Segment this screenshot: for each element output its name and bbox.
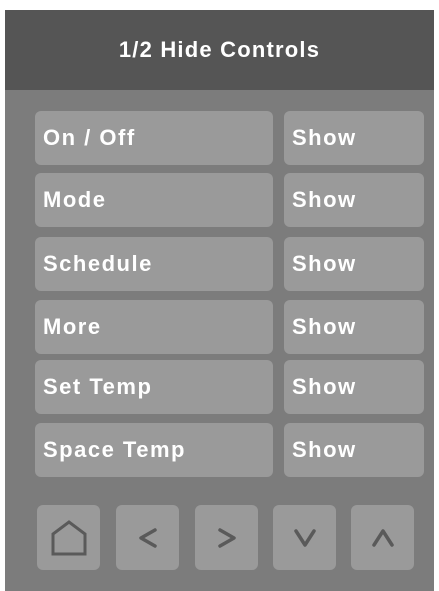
- chevron-right-icon: [217, 527, 236, 548]
- mode-show-button[interactable]: Show: [284, 173, 424, 227]
- on-off-show-button[interactable]: Show: [284, 111, 424, 165]
- next-button[interactable]: [195, 505, 258, 570]
- controls-panel: 1/2 Hide Controls On / Off Show Mode Sho…: [5, 10, 434, 591]
- more-show-button[interactable]: Show: [284, 300, 424, 354]
- space-temp-label: Space Temp: [35, 423, 273, 477]
- space-temp-show-button[interactable]: Show: [284, 423, 424, 477]
- home-icon: [51, 519, 86, 555]
- previous-button[interactable]: [116, 505, 179, 570]
- scroll-up-button[interactable]: [351, 505, 414, 570]
- schedule-label: Schedule: [35, 237, 273, 291]
- on-off-label: On / Off: [35, 111, 273, 165]
- chevron-up-icon: [371, 528, 394, 547]
- more-label: More: [35, 300, 273, 354]
- chevron-left-icon: [138, 527, 157, 548]
- scroll-down-button[interactable]: [273, 505, 336, 570]
- chevron-down-icon: [293, 528, 316, 547]
- page-title: 1/2 Hide Controls: [5, 10, 434, 90]
- set-temp-show-button[interactable]: Show: [284, 360, 424, 414]
- home-button[interactable]: [37, 505, 100, 570]
- set-temp-label: Set Temp: [35, 360, 273, 414]
- schedule-show-button[interactable]: Show: [284, 237, 424, 291]
- mode-label: Mode: [35, 173, 273, 227]
